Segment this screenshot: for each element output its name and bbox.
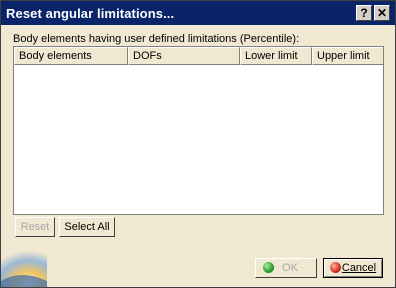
- list-heading: Body elements having user defined limita…: [13, 33, 300, 45]
- help-button[interactable]: ?: [356, 5, 372, 21]
- ok-label: OK: [282, 262, 298, 274]
- dialog-title: Reset angular limitations...: [6, 6, 175, 21]
- cancel-button[interactable]: Cancel: [323, 258, 383, 278]
- reset-angular-limitations-dialog: Reset angular limitations... ? ✕ Body el…: [0, 0, 396, 288]
- column-header-lower-limit[interactable]: Lower limit: [240, 47, 312, 65]
- select-all-button[interactable]: Select All: [59, 217, 115, 237]
- body-elements-list[interactable]: Body elements DOFs Lower limit Upper lim…: [13, 46, 384, 215]
- column-header-dofs[interactable]: DOFs: [128, 47, 240, 65]
- reset-button[interactable]: Reset: [15, 217, 55, 237]
- cancel-label: Cancel: [341, 262, 377, 274]
- ok-button[interactable]: OK: [255, 258, 317, 278]
- catia-logo-icon: [1, 251, 47, 287]
- close-button[interactable]: ✕: [374, 5, 390, 21]
- column-header-upper-limit[interactable]: Upper limit: [312, 47, 383, 65]
- title-bar[interactable]: Reset angular limitations... ? ✕: [1, 1, 395, 25]
- column-header-body-elements[interactable]: Body elements: [14, 47, 128, 65]
- list-header: Body elements DOFs Lower limit Upper lim…: [14, 47, 383, 65]
